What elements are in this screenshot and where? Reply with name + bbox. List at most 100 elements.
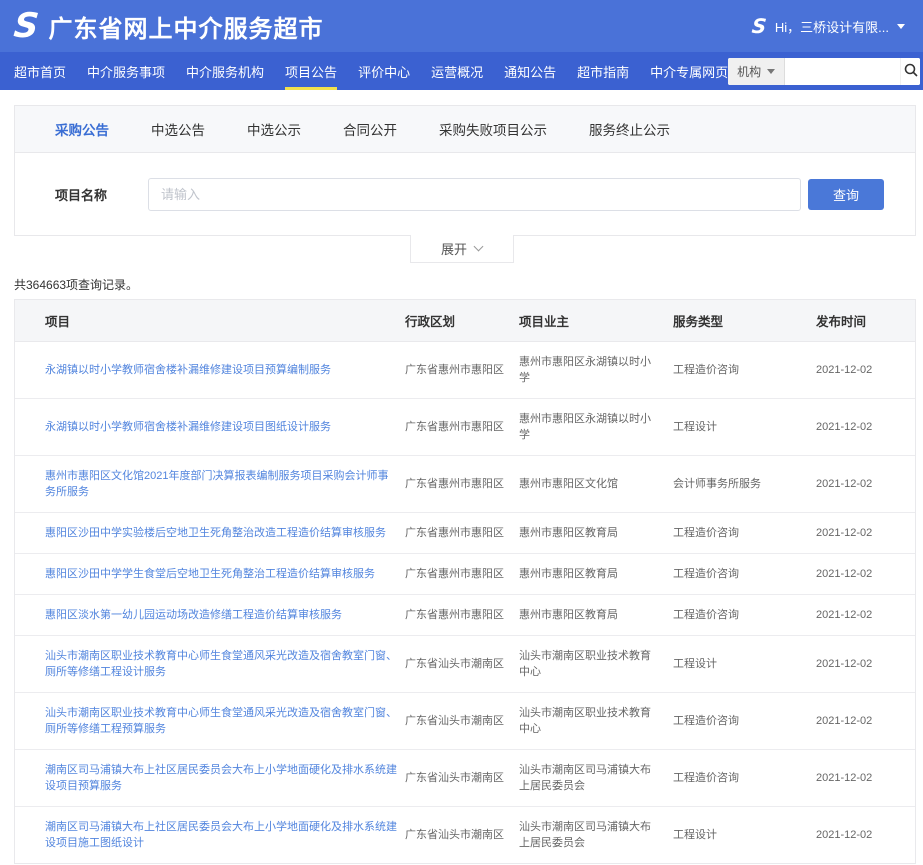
table-body: 永湖镇以时小学教师宿舍楼补漏维修建设项目预算编制服务广东省惠州市惠阳区惠州市惠阳… [15, 342, 915, 863]
nav-item[interactable]: 中介服务机构 [186, 52, 264, 90]
region-cell: 广东省惠州市惠阳区 [397, 476, 511, 492]
filter-form: 项目名称 查询 [15, 153, 915, 235]
project-cell: 永湖镇以时小学教师宿舍楼补漏维修建设项目图纸设计服务 [15, 419, 397, 435]
chevron-down-icon [767, 69, 775, 74]
publish-date-cell: 2021-12-02 [808, 827, 915, 843]
project-link[interactable]: 潮南区司马浦镇大布上社区居民委员会大布上小学地面硬化及排水系统建设项目预算服务 [45, 762, 397, 794]
project-cell: 汕头市潮南区职业技术教育中心师生食堂通风采光改造及宿舍教室门窗、厕所等修缮工程预… [15, 705, 397, 737]
project-link[interactable]: 惠阳区沙田中学实验楼后空地卫生死角整治改造工程造价结算审核服务 [45, 525, 386, 541]
tab[interactable]: 中选公示 [247, 119, 301, 139]
region-cell: 广东省惠州市惠阳区 [397, 525, 511, 541]
owner-cell: 惠州市惠阳区教育局 [511, 607, 665, 623]
service-type-cell: 工程造价咨询 [665, 566, 808, 582]
tab[interactable]: 合同公开 [343, 119, 397, 139]
project-link[interactable]: 汕头市潮南区职业技术教育中心师生食堂通风采光改造及宿舍教室门窗、厕所等修缮工程预… [45, 705, 397, 737]
project-link[interactable]: 惠阳区沙田中学学生食堂后空地卫生死角整治工程造价结算审核服务 [45, 566, 375, 582]
project-link[interactable]: 潮南区司马浦镇大布上社区居民委员会大布上小学地面硬化及排水系统建设项目施工图纸设… [45, 819, 397, 851]
site-title: 广东省网上中介服务超市 [49, 9, 324, 44]
announcement-filter-panel: 采购公告 中选公告 中选公示 合同公开 采购失败项目公示 服务终止公示 项目名称 查询 [14, 105, 916, 236]
expand-button[interactable]: 展开 [410, 235, 514, 263]
owner-cell: 惠州市惠阳区文化馆 [511, 476, 665, 492]
search-button[interactable] [900, 58, 920, 85]
region-cell: 广东省汕头市潮南区 [397, 827, 511, 843]
service-type-cell: 工程设计 [665, 419, 808, 435]
nav-search-group: 机构 [728, 58, 920, 85]
results-table: 项目行政区划项目业主服务类型发布时间 永湖镇以时小学教师宿舍楼补漏维修建设项目预… [14, 299, 916, 864]
region-cell: 广东省惠州市惠阳区 [397, 419, 511, 435]
table-row: 汕头市潮南区职业技术教育中心师生食堂通风采光改造及宿舍教室门窗、厕所等修缮工程预… [15, 693, 915, 750]
project-name-label: 项目名称 [55, 185, 148, 204]
owner-cell: 汕头市潮南区司马浦镇大布上居民委员会 [511, 762, 665, 794]
nav-item[interactable]: 评价中心 [358, 52, 410, 90]
owner-cell: 汕头市潮南区司马浦镇大布上居民委员会 [511, 819, 665, 851]
search-category-select[interactable]: 机构 [728, 58, 785, 85]
owner-cell: 汕头市潮南区职业技术教育中心 [511, 648, 665, 680]
table-header-row: 项目行政区划项目业主服务类型发布时间 [15, 300, 915, 342]
project-link[interactable]: 汕头市潮南区职业技术教育中心师生食堂通风采光改造及宿舍教室门窗、厕所等修缮工程设… [45, 648, 397, 680]
nav-item[interactable]: 超市指南 [577, 52, 629, 90]
nav-item[interactable]: 中介专属网页 [650, 52, 728, 90]
service-type-cell: 工程造价咨询 [665, 607, 808, 623]
user-greeting: Hi，三桥设计有限... [775, 17, 889, 36]
chevron-down-icon [474, 242, 484, 252]
service-type-cell: 会计师事务所服务 [665, 476, 808, 492]
publish-date-cell: 2021-12-02 [808, 362, 915, 378]
region-cell: 广东省汕头市潮南区 [397, 713, 511, 729]
table-row: 惠州市惠阳区文化馆2021年度部门决算报表编制服务项目采购会计师事务所服务广东省… [15, 456, 915, 513]
table-row: 永湖镇以时小学教师宿舍楼补漏维修建设项目预算编制服务广东省惠州市惠阳区惠州市惠阳… [15, 342, 915, 399]
chevron-down-icon [897, 24, 905, 29]
table-row: 永湖镇以时小学教师宿舍楼补漏维修建设项目图纸设计服务 广东省惠州市惠阳区惠州市惠阳… [15, 399, 915, 456]
owner-cell: 惠州市惠阳区永湖镇以时小学 [511, 411, 665, 443]
project-cell: 汕头市潮南区职业技术教育中心师生食堂通风采光改造及宿舍教室门窗、厕所等修缮工程设… [15, 648, 397, 680]
publish-date-cell: 2021-12-02 [808, 656, 915, 672]
search-icon [903, 62, 919, 81]
owner-cell: 惠州市惠阳区教育局 [511, 566, 665, 582]
tab[interactable]: 采购失败项目公示 [439, 119, 547, 139]
nav-item[interactable]: 超市首页 [14, 52, 66, 90]
project-name-input[interactable] [148, 178, 801, 211]
column-header: 发布时间 [808, 311, 915, 330]
tab[interactable]: 中选公告 [151, 119, 205, 139]
nav-item[interactable]: 中介服务事项 [87, 52, 165, 90]
search-input[interactable] [785, 58, 900, 85]
table-row: 潮南区司马浦镇大布上社区居民委员会大布上小学地面硬化及排水系统建设项目预算服务广… [15, 750, 915, 807]
publish-date-cell: 2021-12-02 [808, 419, 915, 435]
project-link[interactable]: 永湖镇以时小学教师宿舍楼补漏维修建设项目预算编制服务 [45, 362, 331, 378]
region-cell: 广东省惠州市惠阳区 [397, 566, 511, 582]
table-row: 惠阳区淡水第一幼儿园运动场改造修缮工程造价结算审核服务 广东省惠州市惠阳区惠州市惠… [15, 595, 915, 636]
tab-bar: 采购公告 中选公告 中选公示 合同公开 采购失败项目公示 服务终止公示 [15, 106, 915, 153]
tab[interactable]: 采购公告 [55, 119, 109, 139]
project-link[interactable]: 惠州市惠阳区文化馆2021年度部门决算报表编制服务项目采购会计师事务所服务 [45, 468, 397, 500]
table-row: 汕头市潮南区职业技术教育中心师生食堂通风采光改造及宿舍教室门窗、厕所等修缮工程设… [15, 636, 915, 693]
service-type-cell: 工程造价咨询 [665, 770, 808, 786]
service-type-cell: 工程设计 [665, 827, 808, 843]
project-cell: 惠阳区沙田中学实验楼后空地卫生死角整治改造工程造价结算审核服务 [15, 525, 397, 541]
project-cell: 惠阳区沙田中学学生食堂后空地卫生死角整治工程造价结算审核服务 [15, 566, 397, 582]
region-cell: 广东省汕头市潮南区 [397, 656, 511, 672]
user-menu[interactable]: S Hi，三桥设计有限... [752, 16, 905, 36]
query-button[interactable]: 查询 [808, 179, 884, 210]
region-cell: 广东省汕头市潮南区 [397, 770, 511, 786]
service-type-cell: 工程设计 [665, 656, 808, 672]
nav-item[interactable]: 项目公告 [285, 52, 337, 90]
tab[interactable]: 服务终止公示 [589, 119, 670, 139]
publish-date-cell: 2021-12-02 [808, 770, 915, 786]
service-type-cell: 工程造价咨询 [665, 525, 808, 541]
table-row: 潮南区司马浦镇大布上社区居民委员会大布上小学地面硬化及排水系统建设项目施工图纸设… [15, 807, 915, 863]
user-logo-icon: S [751, 16, 768, 36]
project-cell: 惠州市惠阳区文化馆2021年度部门决算报表编制服务项目采购会计师事务所服务 [15, 468, 397, 500]
column-header: 行政区划 [397, 311, 511, 330]
project-cell: 潮南区司马浦镇大布上社区居民委员会大布上小学地面硬化及排水系统建设项目施工图纸设… [15, 819, 397, 851]
region-cell: 广东省惠州市惠阳区 [397, 607, 511, 623]
service-type-cell: 工程造价咨询 [665, 713, 808, 729]
project-link[interactable]: 惠阳区淡水第一幼儿园运动场改造修缮工程造价结算审核服务 [45, 607, 342, 623]
nav-item[interactable]: 通知公告 [504, 52, 556, 90]
results-summary: 共364663项查询记录。 [14, 276, 909, 293]
project-link[interactable]: 永湖镇以时小学教师宿舍楼补漏维修建设项目图纸设计服务 [45, 419, 331, 435]
site-logo-icon[interactable]: S [12, 9, 40, 43]
column-header: 服务类型 [665, 311, 808, 330]
nav-item[interactable]: 运营概况 [431, 52, 483, 90]
owner-cell: 惠州市惠阳区永湖镇以时小学 [511, 354, 665, 386]
nav-menu: 超市首页中介服务事项中介服务机构项目公告评价中心运营概况通知公告超市指南中介专属… [14, 52, 728, 90]
search-category-value: 机构 [737, 63, 761, 80]
